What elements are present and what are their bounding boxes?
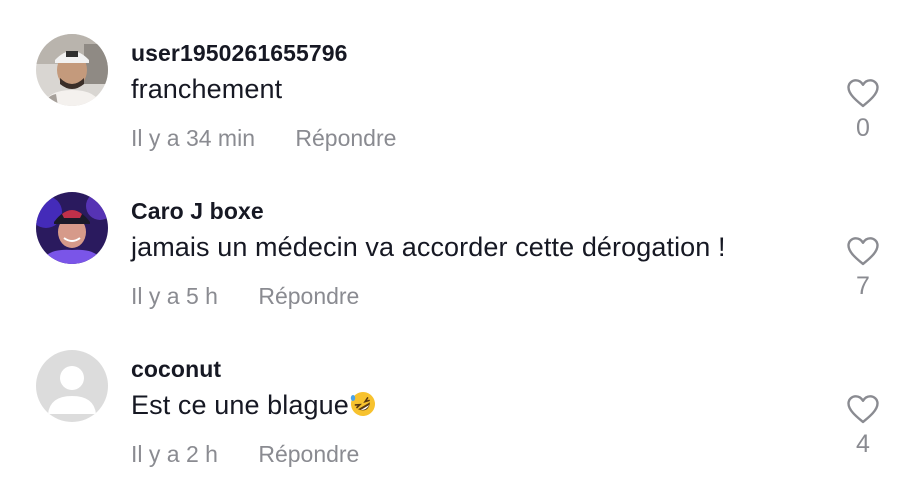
like-button[interactable]: 4 bbox=[844, 394, 882, 459]
comment-username[interactable]: Caro J boxe bbox=[131, 198, 264, 225]
like-count: 0 bbox=[856, 114, 870, 142]
avatar-photo bbox=[36, 192, 108, 264]
comment-text: jamais un médecin va accorder cette déro… bbox=[131, 232, 726, 262]
comment-meta: Il y a 5 h Répondre bbox=[131, 283, 359, 310]
avatar[interactable] bbox=[36, 192, 108, 264]
heart-outline-icon bbox=[847, 79, 879, 108]
avatar[interactable] bbox=[36, 34, 108, 106]
comment-username[interactable]: coconut bbox=[131, 356, 221, 383]
default-avatar-icon bbox=[36, 350, 108, 422]
comment-meta: Il y a 2 h Répondre bbox=[131, 441, 359, 468]
avatar[interactable] bbox=[36, 350, 108, 422]
comment-timestamp: Il y a 2 h bbox=[131, 441, 218, 467]
comment-item: Caro J boxe jamais un médecin va accorde… bbox=[0, 192, 922, 342]
comment-text: franchement bbox=[131, 74, 283, 104]
heart-outline-icon bbox=[847, 395, 879, 424]
comment-item: coconut Est ce une blague Il y a 2 h Rép… bbox=[0, 350, 922, 500]
reply-button[interactable]: Répondre bbox=[295, 125, 396, 152]
comment-text: Est ce une blague bbox=[131, 390, 349, 420]
avatar-photo bbox=[36, 34, 108, 106]
like-button[interactable]: 0 bbox=[844, 78, 882, 143]
comment-username[interactable]: user1950261655796 bbox=[131, 40, 348, 67]
comment-timestamp: Il y a 5 h bbox=[131, 283, 218, 309]
like-button[interactable]: 7 bbox=[844, 236, 882, 301]
like-count: 7 bbox=[856, 272, 870, 300]
rolling-on-the-floor-laughing-emoji-icon bbox=[350, 392, 375, 416]
like-count: 4 bbox=[856, 430, 870, 458]
reply-button[interactable]: Répondre bbox=[258, 441, 359, 468]
comment-item: user1950261655796 franchement Il y a 34 … bbox=[0, 34, 922, 184]
heart-outline-icon bbox=[847, 237, 879, 266]
comment-text-row: Est ce une blague bbox=[131, 390, 376, 421]
comment-timestamp: Il y a 34 min bbox=[131, 125, 255, 151]
reply-button[interactable]: Répondre bbox=[258, 283, 359, 310]
comment-meta: Il y a 34 min Répondre bbox=[131, 125, 396, 152]
